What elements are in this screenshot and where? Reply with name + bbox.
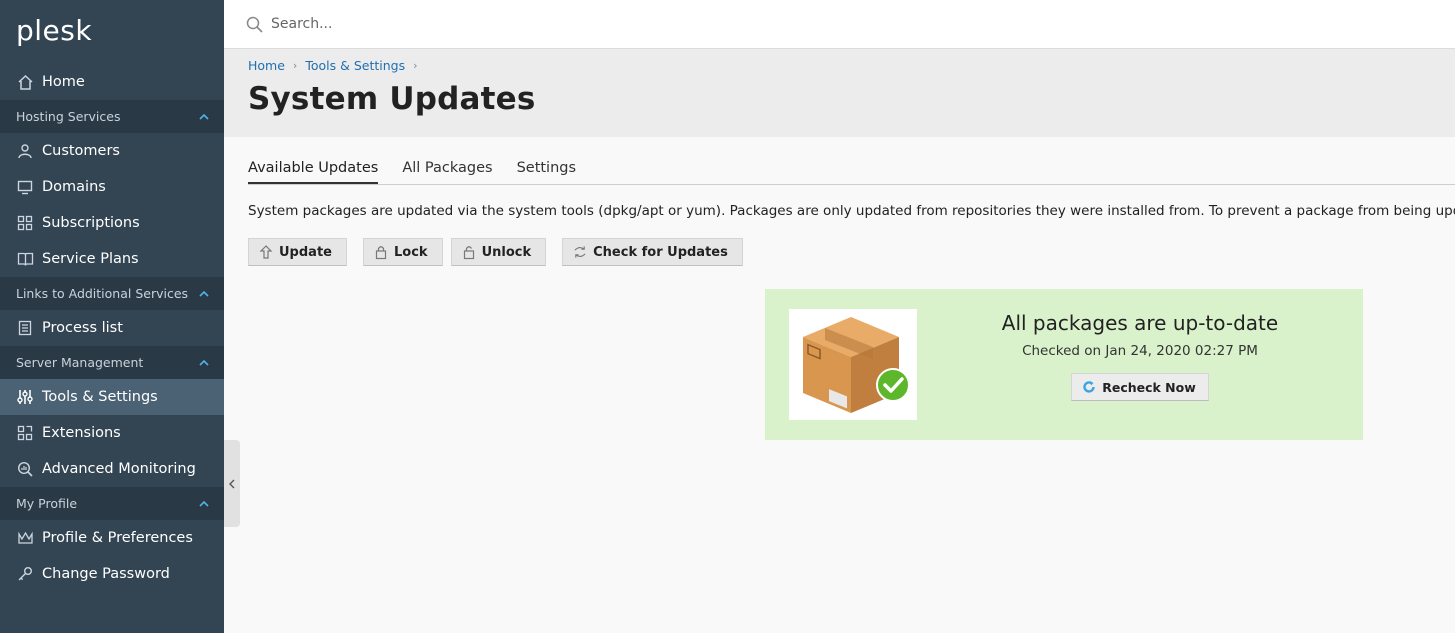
lock-icon: [374, 244, 388, 260]
search-icon: [246, 16, 263, 33]
nav-group-my-profile[interactable]: My Profile: [0, 487, 224, 520]
sidebar-item-service-plans[interactable]: Service Plans: [0, 241, 224, 277]
sidebar-item-domains[interactable]: Domains: [0, 169, 224, 205]
unlock-icon: [462, 244, 476, 260]
sidebar-item-subscriptions[interactable]: Subscriptions: [0, 205, 224, 241]
sliders-icon: [16, 388, 34, 406]
top-search-bar: [224, 0, 1455, 49]
tab-settings[interactable]: Settings: [517, 152, 576, 184]
status-title: All packages are up-to-date: [1001, 311, 1279, 335]
book-icon: [16, 250, 34, 268]
recheck-now-label: Recheck Now: [1102, 379, 1196, 395]
unlock-button[interactable]: Unlock: [450, 238, 547, 266]
search-input[interactable]: [271, 16, 871, 32]
update-button-label: Update: [279, 244, 332, 260]
sidebar: plesk Home Hosting Services Customers Do…: [0, 0, 224, 633]
upload-arrow-icon: [259, 244, 273, 260]
chevron-up-icon: [199, 113, 209, 120]
breadcrumb: Home › Tools & Settings ›: [248, 58, 1455, 73]
page-description: System packages are updated via the syst…: [248, 203, 1455, 219]
sidebar-item-profile-preferences[interactable]: Profile & Preferences: [0, 520, 224, 556]
check-for-updates-button[interactable]: Check for Updates: [562, 238, 743, 266]
list-icon: [16, 319, 34, 337]
refresh-arrows-icon: [573, 244, 587, 260]
sidebar-item-label: Advanced Monitoring: [42, 461, 196, 477]
page-header: Home › Tools & Settings › System Updates: [224, 49, 1455, 137]
chevron-right-icon: ›: [413, 59, 418, 72]
sidebar-item-label: Process list: [42, 320, 123, 336]
breadcrumb-home[interactable]: Home: [248, 58, 285, 73]
sidebar-item-label: Change Password: [42, 566, 170, 582]
monitor-icon: [16, 178, 34, 196]
sidebar-item-label: Profile & Preferences: [42, 530, 193, 546]
refresh-icon: [1083, 381, 1095, 393]
lock-button-label: Lock: [393, 244, 428, 260]
tab-available-updates[interactable]: Available Updates: [248, 152, 379, 184]
chevron-right-icon: ›: [292, 59, 298, 72]
toolbar: Update Lock Unlock Check for Updates: [248, 238, 759, 266]
lock-button[interactable]: Lock: [362, 238, 443, 266]
nav-group-label: My Profile: [16, 496, 78, 511]
chevron-up-icon: [199, 500, 209, 507]
recheck-now-button[interactable]: Recheck Now: [1071, 373, 1209, 401]
nav-group-hosting-services[interactable]: Hosting Services: [0, 100, 224, 133]
unlock-button-label: Unlock: [481, 244, 532, 260]
sidebar-item-customers[interactable]: Customers: [0, 133, 224, 169]
chevron-up-icon: [199, 290, 209, 297]
plesk-logo[interactable]: plesk: [0, 0, 224, 64]
logo-text: plesk: [16, 14, 93, 47]
sidebar-item-process-list[interactable]: Process list: [0, 310, 224, 346]
crown-icon: [16, 529, 34, 547]
check-for-updates-label: Check for Updates: [593, 244, 728, 260]
breadcrumb-tools-settings[interactable]: Tools & Settings: [305, 58, 405, 73]
sidebar-item-label: Domains: [42, 179, 106, 195]
sidebar-item-advanced-monitoring[interactable]: Advanced Monitoring: [0, 451, 224, 487]
package-box-image: [789, 309, 917, 420]
tab-bar: Available Updates All Packages Settings: [248, 152, 1455, 185]
key-icon: [16, 565, 34, 583]
sidebar-item-label: Home: [42, 74, 85, 90]
chevron-up-icon: [199, 359, 209, 366]
blocks-icon: [16, 424, 34, 442]
grid-icon: [16, 214, 34, 232]
page-title: System Updates: [248, 81, 536, 117]
home-icon: [16, 73, 34, 91]
sidebar-item-label: Extensions: [42, 425, 121, 441]
chevron-left-icon: [229, 479, 235, 488]
sidebar-item-change-password[interactable]: Change Password: [0, 556, 224, 592]
sidebar-item-home[interactable]: Home: [0, 64, 224, 100]
update-button[interactable]: Update: [248, 238, 347, 266]
sidebar-collapse-button[interactable]: [224, 440, 240, 527]
nav-group-links-additional-services[interactable]: Links to Additional Services: [0, 277, 224, 310]
nav-group-label: Links to Additional Services: [16, 286, 189, 301]
magnifier-chart-icon: [16, 460, 34, 478]
sidebar-item-label: Service Plans: [42, 251, 139, 267]
nav-group-label: Hosting Services: [16, 109, 121, 124]
tab-all-packages[interactable]: All Packages: [402, 152, 492, 184]
package-check-icon: [803, 317, 910, 413]
sidebar-item-extensions[interactable]: Extensions: [0, 415, 224, 451]
nav-group-server-management[interactable]: Server Management: [0, 346, 224, 379]
user-icon: [16, 142, 34, 160]
status-text: All packages are up-to-date Checked on J…: [917, 289, 1363, 401]
status-panel: All packages are up-to-date Checked on J…: [765, 289, 1363, 440]
sidebar-item-label: Tools & Settings: [42, 389, 158, 405]
nav-group-label: Server Management: [16, 355, 144, 370]
status-checked-time: Checked on Jan 24, 2020 02:27 PM: [1022, 343, 1258, 359]
sidebar-item-label: Subscriptions: [42, 215, 140, 231]
sidebar-item-tools-settings[interactable]: Tools & Settings: [0, 379, 224, 415]
sidebar-item-label: Customers: [42, 143, 120, 159]
